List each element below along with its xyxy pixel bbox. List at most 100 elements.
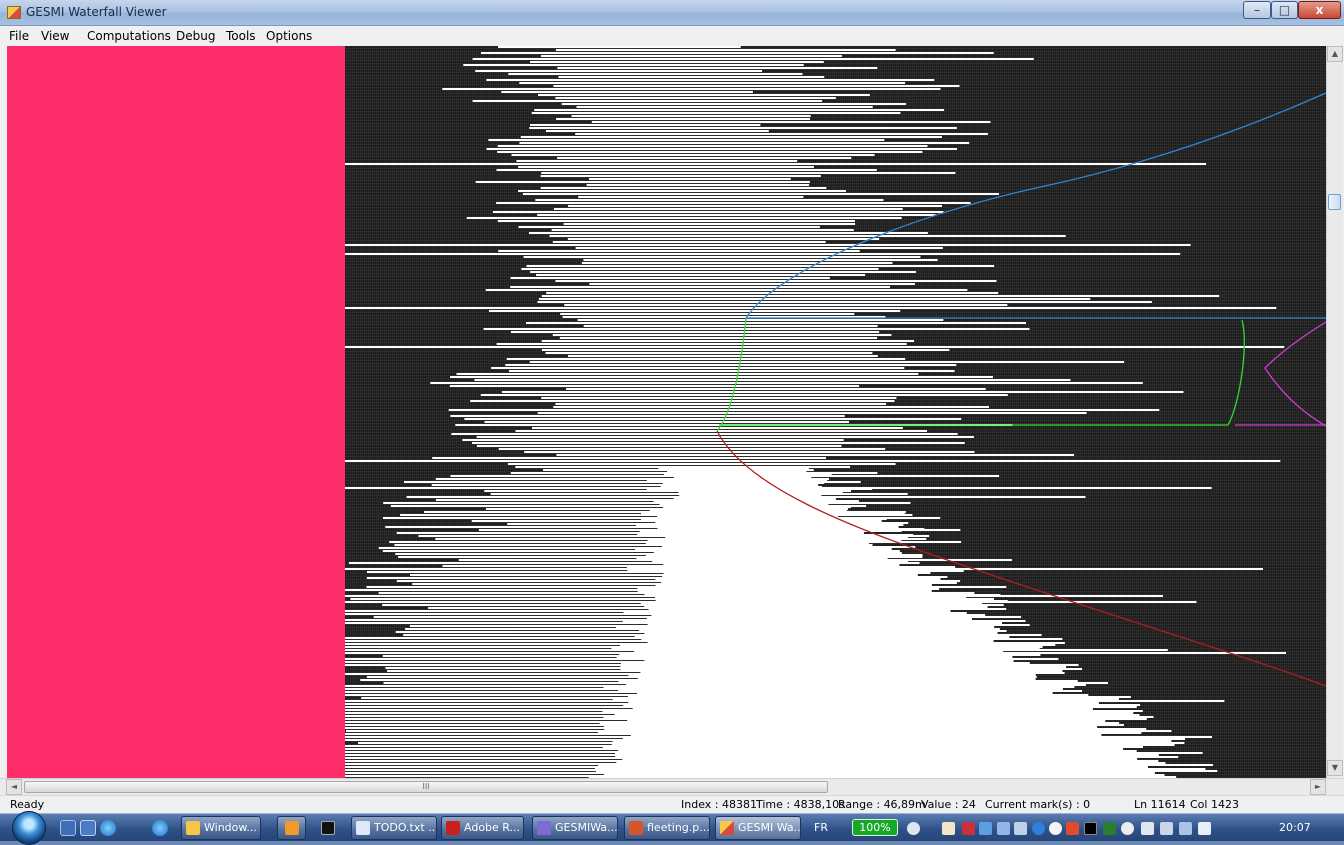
maximize-button[interactable]: □ [1271,1,1298,19]
waterfall-view[interactable] [345,46,1326,778]
echo-fill [644,606,988,608]
echo-line [555,97,836,99]
echo-line [518,226,820,228]
echo-line [484,421,849,423]
menu-tools[interactable]: Tools [226,29,256,43]
internet-explorer-icon[interactable] [152,820,168,836]
app-window: GESMI Waterfall Viewer – □ x File View C… [0,0,1344,813]
echo-fill [655,578,941,580]
settings-icon[interactable] [1121,822,1134,835]
display-icon[interactable] [1179,822,1192,835]
echo-line [497,151,923,153]
echo-fill [648,592,975,594]
echo-line [507,463,896,465]
command-prompt-icon [321,821,335,835]
echo-fill [640,602,983,604]
close-button[interactable]: x [1298,1,1341,19]
echo-fill [661,582,957,584]
echo-line [558,76,825,78]
echo-fill [588,760,1159,762]
device-icon[interactable] [1014,822,1027,835]
language-indicator[interactable]: FR [814,821,828,834]
echo-line [481,52,994,54]
echo-fill [658,532,864,534]
minimize-button[interactable]: – [1243,1,1271,19]
echo-fill [644,594,1001,596]
horizontal-scroll-thumb[interactable]: III [24,781,828,793]
menu-computations[interactable]: Computations [87,29,171,43]
echo-fill [636,558,888,560]
horizontal-scrollbar[interactable]: ◄ III ► [0,778,1344,795]
flag-icon[interactable] [1141,822,1154,835]
echo-line [498,46,741,48]
task-gesmi-project[interactable]: GESMIWa... [532,816,618,840]
menu-file[interactable]: File [9,29,29,43]
security-icon[interactable] [1066,822,1079,835]
echo-fill [649,510,847,512]
task-powerpoint[interactable]: fleeting.p... [624,816,710,840]
scroll-right-button[interactable]: ► [1310,779,1326,795]
scroll-down-button[interactable]: ▼ [1327,760,1343,776]
echo-fill [640,556,923,558]
echo-fill [616,656,1013,658]
home-icon[interactable] [942,822,955,835]
echo-fill [665,536,908,538]
network-icon[interactable] [979,822,992,835]
scroll-left-button[interactable]: ◄ [6,779,22,795]
title-bar[interactable]: GESMI Waterfall Viewer – □ x [0,0,1344,26]
scroll-up-button[interactable]: ▲ [1327,46,1343,62]
echo-fill [614,714,1140,716]
echo-line [456,373,919,375]
menu-view[interactable]: View [41,29,69,43]
power-icon[interactable] [907,822,920,835]
echo-line [448,409,1160,411]
echo-fill [667,496,875,498]
echo-fill [642,688,1063,690]
task-gesmi-waterfall[interactable]: GESMI Wa... [715,816,801,840]
echo-fill [637,588,940,590]
show-desktop-icon[interactable] [60,820,76,836]
vmware-icon[interactable] [1103,822,1116,835]
start-button[interactable] [12,811,46,845]
echo-lines [345,46,1286,778]
task-command-prompt[interactable] [313,816,342,840]
internet-explorer-icon[interactable] [100,820,116,836]
update-icon[interactable] [1032,822,1045,835]
clock-icon[interactable] [1049,822,1062,835]
echo-line [506,358,906,360]
echo-line [553,208,903,210]
bluetooth-icon[interactable] [997,822,1010,835]
echo-line [345,307,1277,309]
task-todo-notepad[interactable]: TODO.txt ... [351,816,437,840]
task-windows-explorer[interactable]: Window... [181,816,261,840]
menu-options[interactable]: Options [266,29,312,43]
usb-icon[interactable] [1160,822,1173,835]
echo-line [497,220,855,222]
battery-indicator[interactable]: 100% [852,819,898,836]
echo-line [540,55,842,57]
echo-line [538,298,1091,300]
switch-windows-icon[interactable] [80,820,96,836]
echo-line [510,331,880,333]
vertical-scroll-thumb[interactable] [1328,194,1341,210]
echo-fill [598,732,1142,734]
echo-fill [663,564,900,566]
echo-line [541,349,950,351]
echo-line [589,283,915,285]
echo-fill [642,580,961,582]
echo-line [536,274,866,276]
terminal-icon[interactable] [1084,822,1097,835]
echo-line [538,94,870,96]
echo-line [345,460,1281,462]
echo-fill [603,706,1137,708]
vertical-scrollbar[interactable]: ▲ ▼ [1326,46,1343,778]
task-adobe-reader[interactable]: Adobe R... [441,816,524,840]
volume-icon[interactable] [1198,822,1211,835]
echo-line [510,286,890,288]
echo-fill [635,548,892,550]
task-media-player[interactable] [277,816,306,840]
menu-debug[interactable]: Debug [176,29,215,43]
echo-line [553,406,989,408]
echo-line [555,49,896,51]
antivirus-icon[interactable] [962,822,975,835]
